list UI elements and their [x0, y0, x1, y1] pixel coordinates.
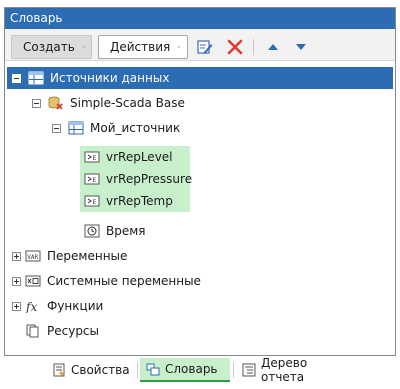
properties-icon [53, 363, 65, 377]
tree-item-label: Переменные [47, 249, 128, 263]
expand-toggle-icon[interactable] [12, 251, 21, 261]
tree-item-my-source[interactable]: Мой_источник [52, 117, 180, 139]
create-button[interactable]: Создать [11, 35, 92, 59]
variable-field-icon: E [84, 173, 100, 185]
tree-item-vr-rep-level[interactable]: E vrRepLevel [80, 146, 190, 168]
tree-item-label: Simple-Scada Base [70, 96, 185, 110]
tab-label: Свойства [71, 363, 130, 377]
expand-toggle-icon[interactable] [12, 276, 21, 286]
clock-icon [84, 224, 100, 238]
bottom-tabs: Свойства Словарь Дерево отчета [46, 356, 356, 384]
collapse-toggle-icon[interactable] [12, 73, 21, 83]
tree-item-simple-scada-base[interactable]: Simple-Scada Base [32, 92, 185, 114]
tab-separator [137, 362, 138, 378]
svg-text:E: E [93, 177, 97, 184]
svg-text:fx: fx [25, 300, 37, 313]
table-icon [68, 121, 84, 135]
move-up-icon[interactable] [264, 38, 282, 56]
toolbar-separator [253, 39, 254, 55]
variable-field-icon: E [84, 151, 100, 163]
tree-item-time[interactable]: Время [84, 220, 146, 242]
chevron-down-icon [82, 46, 85, 48]
tab-dictionary[interactable]: Словарь [140, 358, 230, 382]
tree-item-functions[interactable]: fx Функции [12, 295, 103, 317]
collapse-toggle-icon[interactable] [32, 98, 41, 108]
tree-item-label: Системные переменные [47, 274, 201, 288]
tree-item-variables[interactable]: VAR Переменные [12, 245, 127, 267]
tab-properties[interactable]: Свойства [46, 358, 134, 382]
actions-button-label: Действия [110, 40, 171, 54]
chevron-down-icon [177, 46, 181, 48]
tree-item-system-variables[interactable]: Системные переменные [12, 270, 201, 292]
function-fx-icon: fx [25, 300, 37, 313]
tree-item-label: vrRepLevel [106, 150, 173, 164]
tree-item-label: Ресурсы [47, 324, 100, 338]
tree-item-label: vrRepPressure [106, 172, 193, 186]
variable-field-icon: E [84, 195, 100, 207]
variables-icon: VAR [25, 250, 41, 262]
system-variables-icon [25, 275, 41, 287]
tab-report-tree[interactable]: Дерево отчета [236, 356, 354, 384]
panel-title: Словарь [5, 8, 395, 29]
database-connection-icon [48, 96, 63, 110]
svg-text:VAR: VAR [27, 254, 38, 261]
report-tree-icon [242, 363, 256, 377]
create-button-label: Создать [23, 40, 75, 54]
toolbar: Создать Действия [5, 29, 395, 61]
tree-item-resources[interactable]: Ресурсы [25, 320, 99, 342]
tab-label: Словарь [165, 362, 218, 376]
tree-item-vr-rep-pressure[interactable]: E vrRepPressure [80, 168, 193, 190]
data-source-table-icon [28, 71, 44, 85]
tab-label: Дерево отчета [260, 356, 308, 384]
edit-icon[interactable] [196, 38, 214, 56]
expand-toggle-icon[interactable] [12, 301, 21, 311]
resources-icon [26, 324, 39, 338]
svg-text:E: E [93, 199, 97, 206]
tree-item-label: Функции [47, 299, 104, 313]
tab-separator [233, 362, 234, 378]
tree-item-label: vrRepTemp [106, 194, 173, 208]
tree-item-vr-rep-temp[interactable]: E vrRepTemp [80, 190, 190, 212]
tree-item-label: Мой_источник [90, 121, 181, 135]
tree-item-data-sources[interactable]: Источники данных [7, 67, 393, 89]
dictionary-icon [146, 363, 160, 376]
delete-icon[interactable] [226, 38, 244, 56]
move-down-icon[interactable] [292, 38, 310, 56]
actions-button[interactable]: Действия [98, 35, 188, 59]
collapse-toggle-icon[interactable] [52, 123, 61, 133]
tree-item-label: Время [106, 224, 146, 238]
svg-text:E: E [93, 155, 97, 162]
tree-item-label: Источники данных [50, 71, 170, 85]
dictionary-panel: Словарь Создать Действия Источники данны… [4, 7, 396, 356]
